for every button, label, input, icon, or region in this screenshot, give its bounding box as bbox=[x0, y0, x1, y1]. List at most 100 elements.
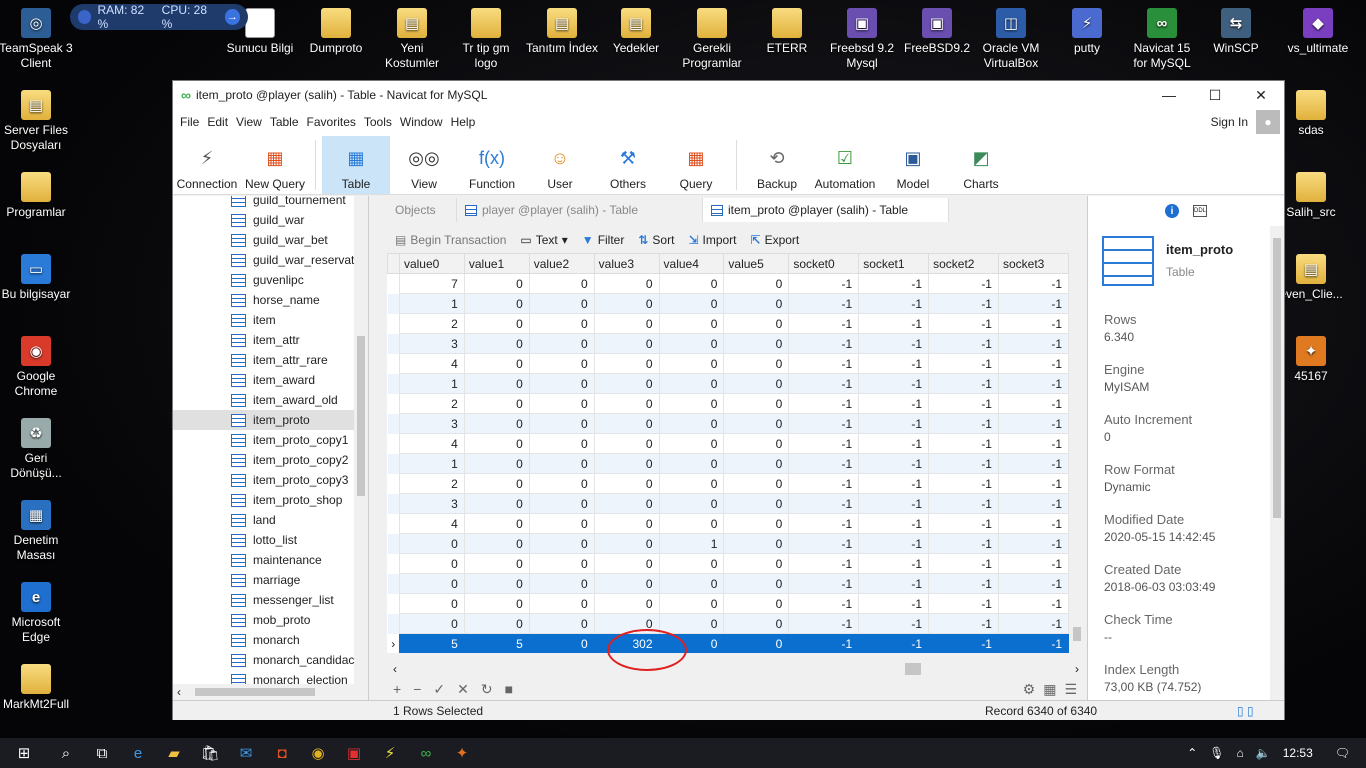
text-button[interactable]: ▭ Text ▾ bbox=[520, 233, 567, 247]
close-button[interactable]: ✕ bbox=[1238, 81, 1284, 109]
table-cell[interactable]: -1 bbox=[928, 433, 999, 454]
panel-toggle-icon[interactable]: ▯ ▯ bbox=[1237, 704, 1254, 718]
table-cell[interactable]: 4 bbox=[398, 433, 465, 454]
table-cell[interactable]: 0 bbox=[593, 513, 660, 534]
table-cell[interactable]: 0 bbox=[658, 433, 725, 454]
delete-record-button[interactable]: − bbox=[413, 681, 421, 697]
table-cell[interactable]: 0 bbox=[528, 393, 595, 414]
column-header[interactable]: value4 bbox=[658, 253, 725, 274]
column-header[interactable]: socket1 bbox=[858, 253, 930, 274]
table-row[interactable]: › 5 5 0 302 0 0 -1 -1 -1 -1 bbox=[387, 633, 1069, 653]
user-button[interactable]: ☺ User bbox=[526, 136, 594, 194]
backup-button[interactable]: ⟲ Backup bbox=[743, 136, 811, 194]
table-cell[interactable]: 0 bbox=[463, 313, 530, 334]
table-cell[interactable]: -1 bbox=[788, 313, 860, 334]
column-header[interactable]: value5 bbox=[723, 253, 790, 274]
edge-taskbar-icon[interactable]: e bbox=[120, 738, 156, 768]
table-cell[interactable]: 0 bbox=[723, 613, 790, 634]
game-taskbar-icon[interactable]: ✦ bbox=[444, 738, 480, 768]
table-cell[interactable]: -1 bbox=[997, 573, 1069, 594]
table-cell[interactable]: -1 bbox=[997, 393, 1069, 414]
putty-taskbar-icon[interactable]: ⚡ bbox=[372, 738, 408, 768]
table-cell[interactable]: -1 bbox=[788, 553, 860, 574]
table-cell[interactable]: 0 bbox=[463, 613, 530, 634]
tray-chevron-icon[interactable]: ⌃ bbox=[1187, 746, 1197, 760]
desktop-icon[interactable]: ▭ Bu bilgisayar bbox=[0, 254, 74, 302]
refresh-icon[interactable]: ↻ bbox=[481, 681, 493, 698]
desktop-icon[interactable]: ▤ Tanıtım İndex bbox=[524, 8, 600, 56]
table-cell[interactable]: 0 bbox=[723, 293, 790, 314]
table-cell[interactable]: 0 bbox=[723, 593, 790, 614]
menu-file[interactable]: File bbox=[176, 115, 203, 129]
table-cell[interactable]: 0 bbox=[723, 433, 790, 454]
import-button[interactable]: ⇲ Import bbox=[688, 233, 736, 247]
table-row[interactable]: 2 0 0 0 0 0 -1 -1 -1 -1 bbox=[388, 393, 1069, 414]
desktop-icon[interactable]: MarkMt2Full bbox=[0, 664, 74, 712]
table-cell[interactable]: -1 bbox=[997, 313, 1069, 334]
apply-changes-button[interactable]: ✓ bbox=[433, 681, 445, 698]
table-cell[interactable]: 0 bbox=[528, 593, 595, 614]
table-cell[interactable]: 1 bbox=[658, 533, 725, 554]
table-cell[interactable]: 0 bbox=[723, 513, 790, 534]
tree-item[interactable]: item_award_old bbox=[173, 390, 368, 410]
desktop-icon[interactable]: Dumproto bbox=[298, 8, 374, 56]
table-cell[interactable]: -1 bbox=[788, 293, 860, 314]
tree-item[interactable]: maintenance bbox=[173, 550, 368, 570]
avatar[interactable]: ● bbox=[1256, 110, 1280, 134]
ddl-icon[interactable]: DDL bbox=[1193, 205, 1207, 217]
table-cell[interactable]: -1 bbox=[928, 573, 999, 594]
others-button[interactable]: ⚒ Others bbox=[594, 136, 662, 194]
desktop-icon[interactable]: ♻ Geri Dönüşü... bbox=[0, 418, 74, 481]
table-cell[interactable]: -1 bbox=[928, 353, 999, 374]
table-cell[interactable]: 1 bbox=[398, 293, 465, 314]
desktop-icon[interactable]: Tr tip gm logo bbox=[448, 8, 524, 71]
table-cell[interactable]: -1 bbox=[788, 573, 860, 594]
table-cell[interactable]: 0 bbox=[658, 413, 725, 434]
table-cell[interactable]: 0 bbox=[723, 633, 790, 653]
table-cell[interactable]: -1 bbox=[858, 393, 930, 414]
table-cell[interactable]: -1 bbox=[928, 413, 999, 434]
table-cell[interactable]: 0 bbox=[528, 273, 595, 294]
table-cell[interactable]: 0 bbox=[593, 353, 660, 374]
view-button[interactable]: ◎◎ View bbox=[390, 136, 458, 194]
desktop-icon[interactable]: e Microsoft Edge bbox=[0, 582, 74, 645]
table-cell[interactable]: 0 bbox=[658, 393, 725, 414]
table-cell[interactable]: -1 bbox=[858, 453, 930, 474]
table-cell[interactable]: 0 bbox=[463, 353, 530, 374]
table-cell[interactable]: -1 bbox=[788, 613, 860, 634]
table-cell[interactable]: 0 bbox=[658, 513, 725, 534]
table-cell[interactable]: -1 bbox=[858, 313, 930, 334]
menu-table[interactable]: Table bbox=[266, 115, 303, 129]
table-cell[interactable]: 0 bbox=[723, 533, 790, 554]
table-cell[interactable]: -1 bbox=[788, 373, 860, 394]
table-cell[interactable]: 4 bbox=[398, 353, 465, 374]
table-cell[interactable]: -1 bbox=[788, 593, 860, 614]
table-cell[interactable]: -1 bbox=[858, 433, 930, 454]
add-record-button[interactable]: + bbox=[393, 681, 401, 697]
desktop-icon[interactable]: ◫ Oracle VM VirtualBox bbox=[973, 8, 1049, 71]
table-cell[interactable]: -1 bbox=[997, 533, 1069, 554]
table-cell[interactable]: 0 bbox=[658, 273, 725, 294]
table-cell[interactable]: 0 bbox=[593, 313, 660, 334]
minimize-button[interactable]: — bbox=[1146, 81, 1192, 109]
table-cell[interactable]: 0 bbox=[593, 433, 660, 454]
table-cell[interactable]: 1 bbox=[398, 453, 465, 474]
table-cell[interactable]: 3 bbox=[398, 413, 465, 434]
tree-item[interactable]: guild_war_bet bbox=[173, 230, 368, 250]
table-cell[interactable]: 2 bbox=[398, 473, 465, 494]
table-cell[interactable]: -1 bbox=[997, 613, 1069, 634]
desktop-icon[interactable]: ∞ Navicat 15 for MySQL bbox=[1124, 8, 1200, 71]
table-cell[interactable]: 3 bbox=[398, 333, 465, 354]
table-cell[interactable]: 0 bbox=[723, 273, 790, 294]
table-cell[interactable]: 0 bbox=[593, 393, 660, 414]
table-cell[interactable]: -1 bbox=[788, 413, 860, 434]
table-row[interactable]: 3 0 0 0 0 0 -1 -1 -1 -1 bbox=[387, 413, 1069, 434]
table-cell[interactable]: -1 bbox=[928, 333, 999, 354]
table-cell[interactable]: -1 bbox=[928, 553, 999, 574]
menu-view[interactable]: View bbox=[232, 115, 266, 129]
sign-in-link[interactable]: Sign In bbox=[1207, 115, 1252, 129]
table-cell[interactable]: 0 bbox=[463, 433, 530, 454]
tree-item[interactable]: item_proto bbox=[173, 410, 368, 430]
table-cell[interactable]: -1 bbox=[997, 373, 1069, 394]
table-row[interactable]: 2 0 0 0 0 0 -1 -1 -1 -1 bbox=[388, 313, 1069, 334]
